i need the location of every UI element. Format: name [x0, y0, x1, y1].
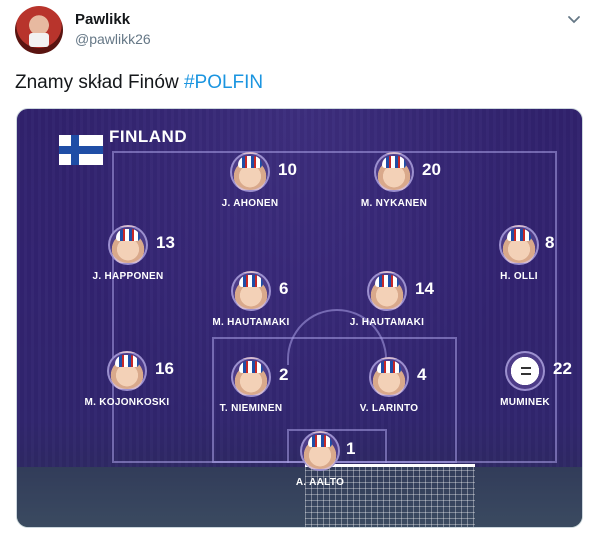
tweet-text: Znamy skład Finów #POLFIN: [15, 72, 263, 94]
author-handle[interactable]: @pawlikk26: [75, 31, 151, 47]
player-number: 4: [417, 365, 427, 384]
player-number: 10: [278, 160, 297, 179]
player-card: 16 M. KOJONKOSKI: [67, 351, 187, 421]
player-name: J. AHONEN: [221, 198, 279, 209]
player-number: 6: [279, 279, 289, 298]
player-face-icon: [367, 271, 407, 311]
player-face-icon: [107, 351, 147, 391]
player-card: 20 M. NYKANEN: [334, 152, 454, 222]
player-name: J. HAPPONEN: [92, 271, 164, 282]
player-name: M. HAUTAMAKI: [212, 317, 290, 328]
team-name: FINLAND: [109, 127, 188, 146]
player-number: 22: [553, 359, 572, 378]
avatar[interactable]: [15, 6, 63, 54]
player-name: H. OLLI: [500, 271, 538, 282]
tweet-image[interactable]: FINLAND 10 J. AHONEN 20 M. NYKANEN 13 J.…: [16, 108, 583, 528]
player-number: 8: [545, 233, 555, 252]
author-name[interactable]: Pawlikk: [75, 11, 130, 28]
player-card: 14 J. HAUTAMAKI: [327, 271, 447, 341]
player-name: M. NYKANEN: [360, 198, 428, 209]
player-face-icon: [230, 152, 270, 192]
tweet-card: Pawlikk @pawlikk26 Znamy skład Finów #PO…: [0, 0, 598, 538]
player-number: 2: [279, 365, 289, 384]
player-name: J. HAUTAMAKI: [349, 317, 425, 328]
moomin-icon: [505, 351, 545, 391]
player-name: A. AALTO: [295, 477, 345, 488]
player-number: 20: [422, 160, 441, 179]
player-face-icon: [108, 225, 148, 265]
player-face-icon: [231, 271, 271, 311]
player-number: 13: [156, 233, 175, 252]
player-name: V. LARINTO: [359, 403, 419, 414]
player-face-icon: [374, 152, 414, 192]
player-number: 16: [155, 359, 174, 378]
chevron-down-icon[interactable]: [566, 11, 582, 27]
player-card: 1 A. AALTO: [260, 431, 380, 501]
player-number: 14: [415, 279, 434, 298]
tweet-body: Znamy skład Finów: [15, 72, 179, 93]
player-face-icon: [369, 357, 409, 397]
player-card: 10 J. AHONEN: [190, 152, 310, 222]
player-card: 8 H. OLLI: [459, 225, 579, 295]
player-name: T. NIEMINEN: [219, 403, 283, 414]
player-card: 4 V. LARINTO: [329, 357, 449, 427]
hashtag-link[interactable]: #POLFIN: [184, 72, 263, 93]
player-face-icon: [300, 431, 340, 471]
player-card: 2 T. NIEMINEN: [191, 357, 311, 427]
player-number: 1: [346, 439, 356, 458]
player-name: MUMINEK: [500, 397, 550, 408]
player-card: 13 J. HAPPONEN: [68, 225, 188, 295]
player-face-icon: [499, 225, 539, 265]
player-name: M. KOJONKOSKI: [84, 397, 170, 408]
player-card: 6 M. HAUTAMAKI: [191, 271, 311, 341]
player-face-icon: [231, 357, 271, 397]
player-card: 22 MUMINEK: [465, 351, 582, 421]
finland-flag-icon: [59, 135, 103, 165]
